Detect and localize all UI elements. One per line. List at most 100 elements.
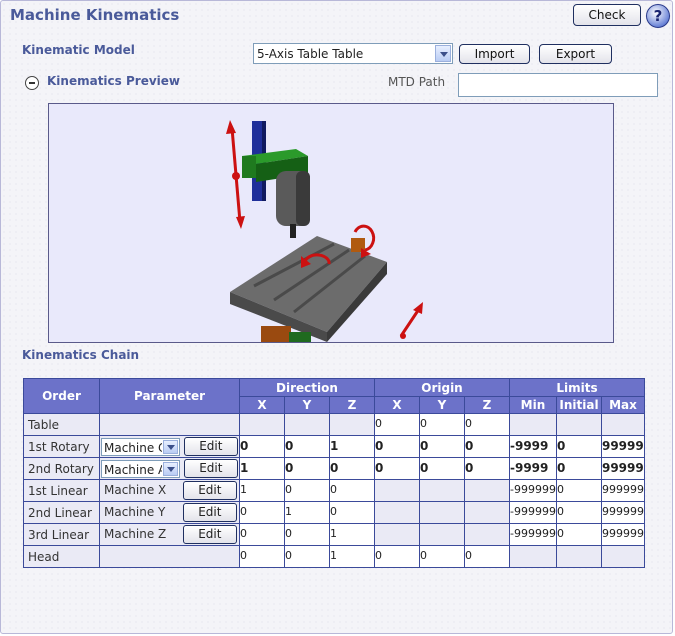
page-title: Machine Kinematics <box>10 6 180 24</box>
table-row: 1st Linear Machine X Edit 1 0 0 -999999 … <box>23 479 645 502</box>
dir-x-input[interactable]: 0 <box>239 435 285 458</box>
parameter-cell: Machine Y Edit <box>99 501 240 524</box>
order-cell: Head <box>23 545 100 568</box>
table-row: 1st Rotary Machine C Edit 0 0 1 0 0 0 -9… <box>23 435 645 458</box>
min-cell <box>509 413 557 436</box>
orig-y-input[interactable]: 0 <box>419 457 465 480</box>
edit-button[interactable]: Edit <box>182 503 237 522</box>
max-input[interactable]: 999999 <box>600 523 645 546</box>
edit-button[interactable]: Edit <box>182 525 237 544</box>
parameter-select[interactable]: Machine C <box>101 437 180 456</box>
order-cell: 2nd Rotary <box>23 457 100 480</box>
orig-z-input[interactable]: 0 <box>464 545 510 568</box>
order-cell: Table <box>23 413 100 436</box>
dir-z-cell <box>329 413 375 436</box>
header-origin: Origin <box>374 378 510 397</box>
dir-z-input[interactable]: 0 <box>329 501 375 524</box>
dir-z-input[interactable]: 0 <box>329 479 375 502</box>
machine-3d-model <box>226 120 423 342</box>
orig-x-input[interactable]: 0 <box>374 545 420 568</box>
initial-cell <box>555 545 602 568</box>
max-cell <box>600 545 645 568</box>
initial-input[interactable]: 0 <box>555 501 602 524</box>
import-button[interactable]: Import <box>459 44 530 64</box>
orig-x-input[interactable]: 0 <box>374 457 420 480</box>
header-dir-z: Z <box>329 396 375 414</box>
dir-y-input[interactable]: 0 <box>284 545 330 568</box>
order-cell: 3rd Linear <box>23 523 100 546</box>
dir-y-input[interactable]: 1 <box>284 501 330 524</box>
collapse-icon[interactable] <box>25 76 39 90</box>
dir-x-input[interactable]: 1 <box>239 479 285 502</box>
orig-z-input[interactable]: 0 <box>464 435 510 458</box>
initial-input[interactable]: 0 <box>555 435 602 458</box>
initial-input[interactable]: 0 <box>555 457 602 480</box>
help-icon[interactable]: ? <box>646 4 670 28</box>
min-input[interactable]: -999999 <box>509 501 557 524</box>
dir-z-input[interactable]: 1 <box>329 523 375 546</box>
edit-button[interactable]: Edit <box>182 481 237 500</box>
machine-kinematics-panel: Machine Kinematics Check ? Kinematic Mod… <box>0 0 673 634</box>
edit-button[interactable]: Edit <box>183 459 238 478</box>
initial-input[interactable]: 0 <box>555 523 602 546</box>
parameter-value: Machine X <box>104 483 167 497</box>
kinematics-preview-viewport[interactable] <box>48 103 614 343</box>
orig-z-cell <box>464 501 510 524</box>
orig-y-cell <box>419 523 465 546</box>
parameter-cell: Machine A Edit <box>99 457 240 480</box>
parameter-cell <box>99 413 240 436</box>
order-cell: 2nd Linear <box>23 501 100 524</box>
edit-button[interactable]: Edit <box>183 437 238 456</box>
dir-y-input[interactable]: 0 <box>284 435 330 458</box>
header-limits: Limits <box>509 378 645 397</box>
min-input[interactable]: -999999 <box>509 523 557 546</box>
orig-x-cell <box>374 523 420 546</box>
check-button[interactable]: Check <box>573 4 641 26</box>
header-order: Order <box>23 378 100 414</box>
chevron-down-icon[interactable] <box>435 45 451 62</box>
initial-input[interactable]: 0 <box>555 479 602 502</box>
dir-z-input[interactable]: 0 <box>329 457 375 480</box>
orig-x-input[interactable]: 0 <box>374 413 420 436</box>
kinematics-preview-label: Kinematics Preview <box>47 74 180 88</box>
max-input[interactable]: 999999 <box>600 479 645 502</box>
header-initial: Initial <box>555 396 602 414</box>
orig-x-input[interactable]: 0 <box>374 435 420 458</box>
export-button[interactable]: Export <box>539 44 612 64</box>
orig-y-input[interactable]: 0 <box>419 545 465 568</box>
dir-z-input[interactable]: 1 <box>329 545 375 568</box>
header-min: Min <box>509 396 557 414</box>
chevron-down-icon[interactable] <box>163 439 178 454</box>
orig-y-input[interactable]: 0 <box>419 413 465 436</box>
min-input[interactable]: -999999 <box>509 479 557 502</box>
parameter-select-value: Machine A <box>104 462 162 477</box>
orig-z-input[interactable]: 0 <box>464 457 510 480</box>
dir-y-input[interactable]: 0 <box>284 457 330 480</box>
kinematic-model-label: Kinematic Model <box>22 43 135 57</box>
min-input[interactable]: -9999 <box>509 457 557 480</box>
parameter-select[interactable]: Machine A <box>101 459 180 478</box>
dir-x-input[interactable]: 0 <box>239 523 285 546</box>
kinematic-model-select[interactable]: 5-Axis Table Table <box>253 43 453 64</box>
dir-x-input[interactable]: 1 <box>239 457 285 480</box>
max-input[interactable]: 99999 <box>600 457 645 480</box>
dir-y-input[interactable]: 0 <box>284 523 330 546</box>
dir-x-input[interactable]: 0 <box>239 501 285 524</box>
max-input[interactable]: 999999 <box>600 501 645 524</box>
dir-y-input[interactable]: 0 <box>284 479 330 502</box>
dir-z-input[interactable]: 1 <box>329 435 375 458</box>
table-row: Table 0 0 0 <box>23 413 645 436</box>
max-input[interactable]: 99999 <box>600 435 645 458</box>
table-row: Head 0 0 1 0 0 0 <box>23 545 645 568</box>
chevron-down-icon[interactable] <box>163 461 178 476</box>
orig-z-input[interactable]: 0 <box>464 413 510 436</box>
header-parameter: Parameter <box>99 378 240 414</box>
dir-y-cell <box>284 413 330 436</box>
header-orig-y: Y <box>419 396 465 414</box>
parameter-select-value: Machine C <box>104 440 162 455</box>
x-axis-arrow <box>399 308 421 337</box>
dir-x-input[interactable]: 0 <box>239 545 285 568</box>
mtd-path-input[interactable] <box>458 73 658 97</box>
min-input[interactable]: -9999 <box>509 435 557 458</box>
orig-y-input[interactable]: 0 <box>419 435 465 458</box>
